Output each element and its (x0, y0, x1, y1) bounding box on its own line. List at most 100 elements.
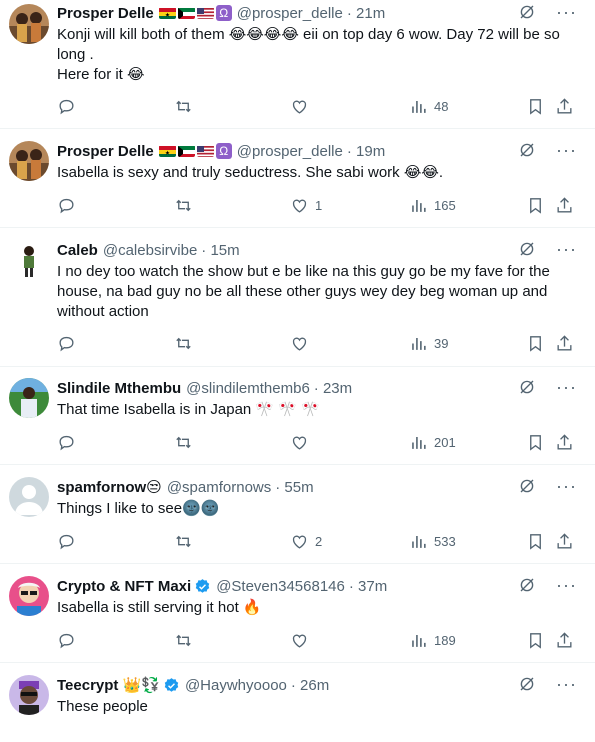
grok-icon[interactable] (518, 477, 536, 495)
views-icon (412, 535, 426, 548)
tweet[interactable]: Prosper Delle Ω @prosper_delle · 19m ···… (0, 129, 595, 228)
bookmark-button[interactable] (526, 97, 545, 116)
retweet-icon (176, 100, 191, 113)
tweet-text: Things I like to see🌚🌚 (57, 500, 220, 517)
tweet-text: I no dey too watch the show but e be lik… (57, 263, 550, 320)
retweet-button[interactable] (174, 196, 199, 215)
share-icon (557, 197, 572, 213)
more-icon[interactable]: ··· (556, 141, 577, 159)
author-name[interactable]: Slindile Mthembu (57, 380, 181, 397)
tweet[interactable]: Caleb @calebsirvibe · 15m ··· I no dey t… (0, 228, 595, 367)
tweet[interactable]: spamfornow😒 @spamfornows · 55m ··· Thing… (0, 465, 595, 564)
timestamp[interactable]: · 21m (347, 5, 385, 22)
reply-button[interactable] (57, 196, 82, 215)
bookmark-button[interactable] (526, 631, 545, 650)
author-handle[interactable]: @spamfornows (167, 479, 271, 496)
like-button[interactable]: 2 (290, 532, 322, 551)
like-button[interactable]: 1 (290, 196, 322, 215)
avatar[interactable] (9, 378, 49, 418)
reply-button[interactable] (57, 334, 82, 353)
like-icon (292, 337, 307, 351)
flag-usa-icon (196, 7, 214, 19)
author-name[interactable]: Prosper Delle (57, 143, 154, 160)
share-button[interactable] (555, 631, 574, 650)
retweet-button[interactable] (174, 334, 199, 353)
views-button[interactable]: 48 (409, 97, 448, 116)
bookmark-icon (530, 534, 541, 550)
share-button[interactable] (555, 532, 574, 551)
retweet-button[interactable] (174, 433, 199, 452)
share-button[interactable] (555, 433, 574, 452)
author-name[interactable]: spamfornow😒 (57, 478, 162, 496)
timestamp[interactable]: · 19m (347, 143, 385, 160)
more-icon[interactable]: ··· (556, 576, 577, 594)
views-button[interactable]: 165 (409, 196, 456, 215)
share-button[interactable] (555, 196, 574, 215)
grok-icon[interactable] (518, 240, 536, 258)
author-name[interactable]: Teecrypt 👑💱 (57, 676, 160, 694)
tweet[interactable]: Slindile Mthembu @slindilemthemb6 · 23m … (0, 367, 595, 465)
reply-button[interactable] (57, 433, 82, 452)
like-icon (292, 535, 307, 549)
grok-icon[interactable] (518, 3, 536, 21)
bookmark-button[interactable] (526, 532, 545, 551)
author-name[interactable]: Prosper Delle (57, 5, 154, 22)
author-handle[interactable]: @prosper_delle (237, 5, 343, 22)
author-handle[interactable]: @Haywhyoooo (185, 677, 287, 694)
share-button[interactable] (555, 97, 574, 116)
more-icon[interactable]: ··· (556, 675, 577, 693)
retweet-button[interactable] (174, 532, 199, 551)
avatar[interactable] (9, 141, 49, 181)
timestamp[interactable]: · 26m (291, 677, 329, 694)
author-name[interactable]: Crypto & NFT Maxi (57, 578, 191, 595)
like-button[interactable] (290, 97, 315, 116)
grok-icon[interactable] (518, 675, 536, 693)
tweet[interactable]: Crypto & NFT Maxi @Steven34568146 · 37m … (0, 564, 595, 663)
more-icon[interactable]: ··· (556, 378, 577, 396)
avatar[interactable] (9, 675, 49, 715)
like-button[interactable] (290, 433, 315, 452)
share-icon (557, 335, 572, 351)
author-handle[interactable]: @slindilemthemb6 (186, 380, 310, 397)
author-handle[interactable]: @Steven34568146 (216, 578, 345, 595)
more-icon[interactable]: ··· (556, 240, 577, 258)
views-button[interactable]: 533 (409, 532, 456, 551)
reply-icon (59, 534, 74, 550)
retweet-button[interactable] (174, 631, 199, 650)
avatar[interactable] (9, 240, 49, 280)
like-button[interactable] (290, 334, 315, 353)
bookmark-button[interactable] (526, 334, 545, 353)
more-icon[interactable]: ··· (556, 477, 577, 495)
reply-button[interactable] (57, 631, 82, 650)
tweet[interactable]: Teecrypt 👑💱 @Haywhyoooo · 26m ··· These … (0, 663, 595, 742)
timestamp[interactable]: · 15m (201, 242, 239, 259)
share-button[interactable] (555, 334, 574, 353)
tweet-text: Isabella is still serving it hot 🔥 (57, 599, 262, 616)
tweet[interactable]: Prosper Delle Ω @prosper_delle · 21m ···… (0, 0, 595, 129)
author-name[interactable]: Caleb (57, 242, 98, 259)
like-button[interactable] (290, 631, 315, 650)
timestamp[interactable]: · 55m (275, 479, 313, 496)
views-button[interactable]: 189 (409, 631, 456, 650)
avatar[interactable] (9, 4, 49, 44)
reply-button[interactable] (57, 532, 82, 551)
timestamp[interactable]: · 23m (314, 380, 352, 397)
author-handle[interactable]: @prosper_delle (237, 143, 343, 160)
timestamp[interactable]: · 37m (349, 578, 387, 595)
avatar[interactable] (9, 576, 49, 616)
bookmark-button[interactable] (526, 433, 545, 452)
reply-button[interactable] (57, 97, 82, 116)
grok-icon[interactable] (518, 141, 536, 159)
bookmark-icon (530, 633, 541, 649)
views-button[interactable]: 201 (409, 433, 456, 452)
retweet-button[interactable] (174, 97, 199, 116)
author-handle[interactable]: @calebsirvibe (103, 242, 197, 259)
reply-icon (59, 198, 74, 214)
grok-icon[interactable] (518, 378, 536, 396)
bookmark-button[interactable] (526, 196, 545, 215)
share-icon (557, 434, 572, 450)
more-icon[interactable]: ··· (556, 3, 577, 21)
avatar[interactable] (9, 477, 49, 517)
grok-icon[interactable] (518, 576, 536, 594)
views-button[interactable]: 39 (409, 334, 448, 353)
